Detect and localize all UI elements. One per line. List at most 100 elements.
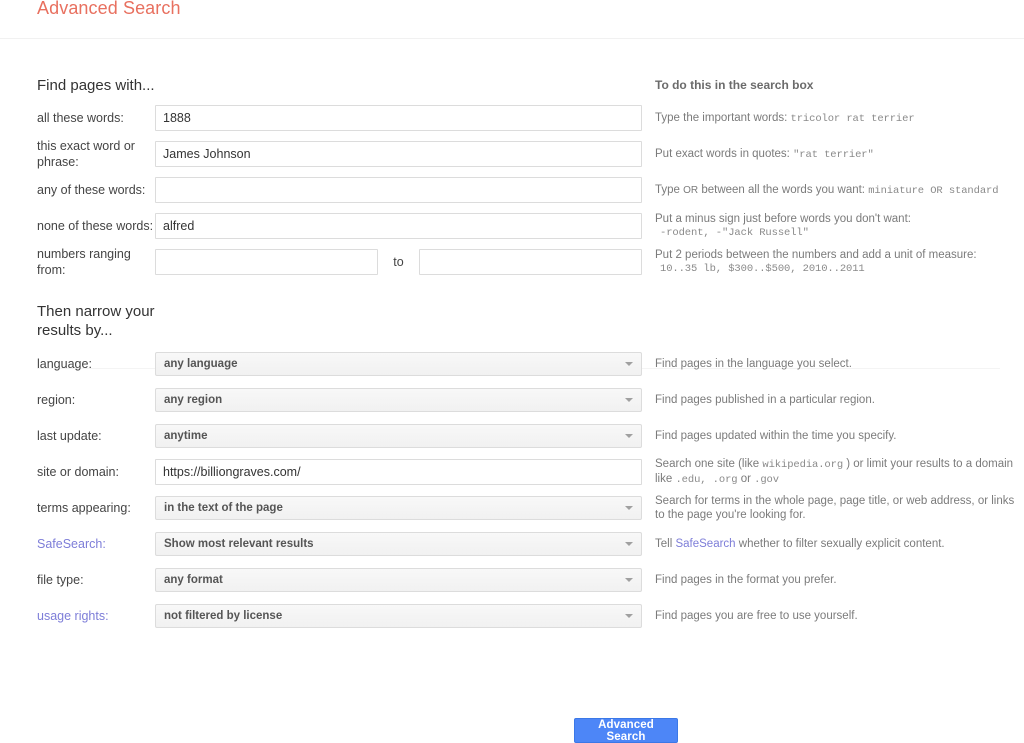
numbers-to-input[interactable]	[419, 249, 642, 275]
chevron-down-icon	[625, 614, 633, 618]
none-of-these-words-input[interactable]	[155, 213, 642, 239]
exact-phrase-input[interactable]	[155, 141, 642, 167]
chevron-down-icon	[625, 578, 633, 582]
narrow-heading-row: Then narrow your results by...	[0, 302, 1024, 346]
label-language: language:	[37, 357, 92, 371]
help-file-type: Find pages in the format you prefer.	[655, 574, 837, 586]
label-none-of-these-words: none of these words:	[37, 219, 154, 233]
label-all-these-words: all these words:	[37, 111, 124, 125]
narrow-results-heading: Then narrow your results by...	[37, 303, 155, 339]
row-last-update: last update: anytime Find pages updated …	[0, 418, 1024, 454]
label-exact-phrase: this exact word or phrase:	[37, 139, 135, 169]
label-site-or-domain: site or domain:	[37, 465, 119, 479]
help-text: Type the important words:	[655, 111, 788, 124]
help-text: Put exact words in quotes:	[655, 147, 790, 160]
last-update-select-value: anytime	[164, 430, 208, 442]
language-select-value: any language	[164, 358, 238, 370]
row-none-of-these-words: none of these words: Put a minus sign ju…	[0, 208, 1024, 244]
safesearch-select-value: Show most relevant results	[164, 538, 314, 550]
label-safesearch-link[interactable]: SafeSearch:	[37, 537, 106, 551]
help-example: tricolor rat terrier	[790, 112, 915, 125]
row-safesearch: SafeSearch: Show most relevant results T…	[0, 526, 1024, 562]
all-these-words-input[interactable]	[155, 105, 642, 131]
row-numbers-ranging: numbers ranging from: to Put 2 periods b…	[0, 244, 1024, 280]
row-site-or-domain: site or domain: Search one site (like wi…	[0, 454, 1024, 490]
help-example-2: .edu, .org	[675, 474, 738, 486]
file-type-select-value: any format	[164, 574, 223, 586]
help-numbers-ranging: Put 2 periods between the numbers and ad…	[642, 248, 1024, 276]
row-file-type: file type: any format Find pages in the …	[0, 562, 1024, 598]
help-example: "rat terrier"	[793, 148, 874, 161]
help-site-or-domain: Search one site (like wikipedia.org ) or…	[642, 457, 1024, 487]
row-all-these-words: all these words: Type the important word…	[0, 100, 1024, 136]
help-all-these-words: Type the important words: tricolor rat t…	[642, 111, 1024, 126]
advanced-search-submit-button[interactable]: Advanced Search	[574, 718, 678, 743]
region-select[interactable]: any region	[155, 388, 642, 412]
page-body: Find pages with... To do this in the sea…	[0, 70, 1024, 743]
label-numbers-ranging: numbers ranging from:	[37, 247, 131, 277]
find-pages-section: Find pages with... To do this in the sea…	[0, 70, 1024, 369]
help-last-update: Find pages updated within the time you s…	[655, 430, 897, 442]
help-region: Find pages published in a particular reg…	[655, 394, 875, 406]
label-file-type: file type:	[37, 573, 84, 587]
help-text: Type	[655, 183, 680, 196]
help-example-3: .gov	[754, 474, 779, 486]
help-usage-rights: Find pages you are free to use yourself.	[655, 610, 858, 622]
label-last-update: last update:	[37, 429, 102, 443]
safesearch-select[interactable]: Show most relevant results	[155, 532, 642, 556]
chevron-down-icon	[625, 542, 633, 546]
help-safesearch: Tell SafeSearch whether to filter sexual…	[642, 537, 1024, 551]
page-header: Advanced Search	[0, 0, 1024, 39]
help-language: Find pages in the language you select.	[655, 358, 852, 370]
help-text-3: or	[740, 473, 751, 485]
page-title: Advanced Search	[37, 0, 181, 18]
help-text: Tell	[655, 538, 673, 550]
numbers-from-input[interactable]	[155, 249, 378, 275]
header-divider	[0, 38, 1024, 39]
help-text: Put 2 periods between the numbers and ad…	[655, 249, 977, 261]
row-language: language: any language Find pages in the…	[0, 346, 1024, 382]
region-select-value: any region	[164, 394, 223, 406]
row-region: region: any region Find pages published …	[0, 382, 1024, 418]
help-text-2: whether to filter sexually explicit cont…	[738, 538, 945, 550]
label-terms-appearing: terms appearing:	[37, 501, 131, 515]
chevron-down-icon	[625, 362, 633, 366]
file-type-select[interactable]: any format	[155, 568, 642, 592]
help-example: wikipedia.org	[762, 459, 844, 471]
safesearch-help-link[interactable]: SafeSearch	[675, 538, 735, 550]
chevron-down-icon	[625, 506, 633, 510]
help-exact-phrase: Put exact words in quotes: "rat terrier"	[642, 147, 1024, 162]
row-exact-phrase: this exact word or phrase: Put exact wor…	[0, 136, 1024, 172]
chevron-down-icon	[625, 434, 633, 438]
numbers-to-label: to	[393, 255, 404, 269]
search-box-help-heading: To do this in the search box	[655, 77, 814, 92]
help-none-of-these-words: Put a minus sign just before words you d…	[642, 212, 1024, 240]
narrow-results-section: Then narrow your results by... language:…	[0, 302, 1024, 634]
row-usage-rights: usage rights: not filtered by license Fi…	[0, 598, 1024, 634]
site-or-domain-input[interactable]	[155, 459, 642, 485]
numbers-range-group: to	[155, 249, 642, 275]
find-heading-row: Find pages with... To do this in the sea…	[0, 70, 1024, 100]
help-text: Put a minus sign just before words you d…	[655, 213, 911, 225]
help-operator: OR	[683, 184, 699, 196]
terms-appearing-select[interactable]: in the text of the page	[155, 496, 642, 520]
help-example: -rodent, -"Jack Russell"	[660, 227, 809, 239]
find-pages-heading: Find pages with...	[37, 76, 155, 94]
usage-rights-select[interactable]: not filtered by license	[155, 604, 642, 628]
row-terms-appearing: terms appearing: in the text of the page…	[0, 490, 1024, 526]
label-usage-rights-link[interactable]: usage rights:	[37, 609, 109, 623]
chevron-down-icon	[625, 398, 633, 402]
language-select[interactable]: any language	[155, 352, 642, 376]
row-any-of-these-words: any of these words: Type OR between all …	[0, 172, 1024, 208]
last-update-select[interactable]: anytime	[155, 424, 642, 448]
help-example: miniature OR standard	[868, 184, 999, 197]
help-example: 10..35 lb, $300..$500, 2010..2011	[660, 263, 865, 275]
usage-rights-select-value: not filtered by license	[164, 610, 283, 622]
help-text-2: between all the words you want:	[701, 183, 865, 196]
label-region: region:	[37, 393, 76, 407]
help-text: Search one site (like	[655, 458, 760, 470]
any-of-these-words-input[interactable]	[155, 177, 642, 203]
label-any-of-these-words: any of these words:	[37, 183, 146, 197]
terms-appearing-select-value: in the text of the page	[164, 502, 283, 514]
help-terms-appearing: Search for terms in the whole page, page…	[655, 495, 1015, 521]
